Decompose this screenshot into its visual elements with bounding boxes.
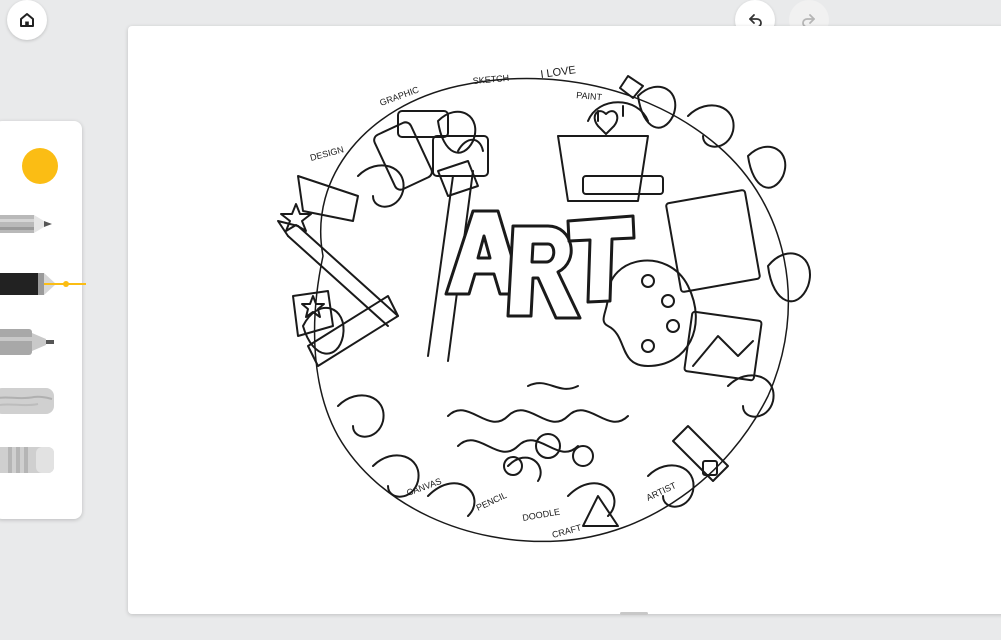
svg-text:CANVAS: CANVAS	[405, 476, 443, 498]
svg-text:I LOVE: I LOVE	[540, 64, 577, 81]
eraser-icon[interactable]	[0, 437, 84, 483]
svg-text:DESIGN: DESIGN	[309, 144, 345, 163]
svg-text:ARTIST: ARTIST	[645, 480, 679, 503]
pencil-icon[interactable]	[0, 201, 84, 247]
canvas-resize-handle[interactable]	[620, 612, 648, 615]
svg-text:DOODLE: DOODLE	[522, 507, 561, 523]
selected-tool-indicator	[44, 281, 86, 287]
drawing-canvas[interactable]: I LOVE SKETCH GRAPHIC DESIGN PAINT CANVA…	[128, 26, 1001, 614]
tool-panel	[0, 121, 86, 519]
svg-text:CRAFT: CRAFT	[551, 522, 583, 540]
svg-text:GRAPHIC: GRAPHIC	[378, 84, 420, 108]
svg-text:PENCIL: PENCIL	[475, 490, 509, 513]
svg-text:PAINT: PAINT	[576, 90, 603, 102]
drawing-app: I LOVE SKETCH GRAPHIC DESIGN PAINT CANVA…	[0, 0, 1001, 640]
chalk-icon[interactable]	[0, 378, 84, 424]
svg-text:SKETCH: SKETCH	[472, 73, 509, 86]
doodle-artwork: I LOVE SKETCH GRAPHIC DESIGN PAINT CANVA…	[277, 64, 811, 543]
home-button[interactable]	[7, 0, 47, 40]
color-picker-swatch[interactable]	[22, 148, 58, 184]
marker-icon[interactable]	[0, 319, 84, 365]
home-icon	[20, 13, 34, 27]
